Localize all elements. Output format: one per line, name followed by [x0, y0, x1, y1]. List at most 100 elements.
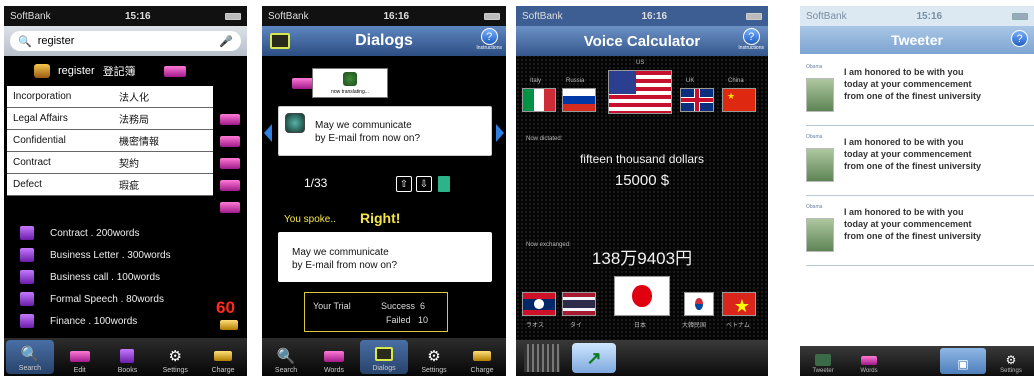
success-label: Success — [381, 301, 416, 311]
tweet-line: from one of the finest university — [844, 231, 982, 241]
avatar — [806, 218, 834, 252]
gift-icon[interactable] — [220, 114, 240, 125]
list-item[interactable]: Finance . 100words — [4, 310, 247, 332]
download-icon[interactable]: ⇩ — [416, 176, 432, 192]
uk-flag-icon[interactable] — [680, 88, 714, 112]
result-label: Right! — [360, 210, 401, 226]
dialog-text: May we communicate by E-mail from now on… — [315, 119, 420, 145]
page-title: Tweeter — [891, 32, 943, 48]
tweet-item[interactable]: Obama I am honored to be with you today … — [806, 200, 1034, 266]
laos-flag-icon[interactable] — [522, 292, 556, 316]
list-item[interactable]: Business Letter . 300words — [4, 244, 247, 266]
play-icon[interactable] — [285, 113, 305, 133]
failed-value: 10 — [418, 315, 429, 325]
tab-words[interactable]: Words — [310, 338, 358, 376]
page-title: Voice Calculator — [583, 32, 701, 50]
tab-dialogs[interactable]: ▣ — [940, 348, 986, 374]
book-icon — [20, 292, 34, 306]
next-arrow-icon[interactable] — [496, 124, 504, 142]
time-label: 15:16 — [916, 10, 943, 22]
book-icon — [20, 226, 34, 240]
gift-icon[interactable] — [220, 136, 240, 147]
search-value: register — [37, 35, 75, 47]
book-icon — [20, 248, 34, 262]
list-item[interactable]: Defect 瑕疵 — [7, 174, 213, 196]
cassette-icon: ▣ — [957, 357, 969, 371]
instructions-button[interactable]: ? Instructions — [738, 28, 764, 51]
tab-search[interactable]: 🔍 Search — [6, 340, 54, 374]
tweet-text: I am honored to be with you today at you… — [844, 136, 1034, 172]
previous-arrow-icon[interactable] — [264, 124, 272, 142]
carrier-label: SoftBank — [806, 10, 847, 22]
dialog-controls: ⇧ ⇩ — [396, 176, 450, 192]
tab-label: Dialogs — [372, 365, 396, 372]
us-flag-icon[interactable] — [608, 70, 672, 114]
gift-icon[interactable] — [163, 65, 186, 77]
tab-edit[interactable]: Edit — [56, 338, 104, 376]
search-input[interactable]: 🔍 register 🎤 — [10, 31, 241, 51]
failed-label: Failed — [386, 315, 411, 325]
tab-settings[interactable]: ⚙ Settings — [410, 338, 458, 376]
carrier-label: SoftBank — [268, 10, 309, 22]
list-item[interactable]: Formal Speech . 80words — [4, 288, 247, 310]
tab-words[interactable]: Words — [846, 346, 892, 376]
tab-blank[interactable] — [892, 346, 938, 376]
tab-tweeter[interactable]: Tweeter — [800, 346, 846, 376]
calculator-icon[interactable] — [524, 344, 560, 372]
list-item[interactable]: Legal Affairs 法務局 — [7, 108, 213, 130]
tweeter-app-screen: SoftBank 15:16 Tweeter ? Obama I am hono… — [800, 6, 1034, 376]
trial-summary: Your Trial Success 6 Failed 10 — [304, 292, 448, 332]
gift-icon[interactable] — [292, 78, 314, 89]
coins-icon — [220, 320, 238, 330]
tab-search[interactable]: 🔍 Search — [262, 338, 310, 376]
tab-dialogs[interactable]: Dialogs — [360, 340, 408, 374]
tab-bar: 🔍 Search Edit Books ⚙ Settings Charge — [4, 338, 247, 376]
carrier-label: SoftBank — [522, 10, 563, 22]
flag-label: ラオス — [526, 323, 545, 329]
search-icon: 🔍 — [20, 346, 40, 363]
flag-label: Russia — [566, 78, 585, 84]
tab-bar: ↗ — [516, 340, 768, 376]
status-bar: SoftBank 15:16 — [800, 6, 1034, 26]
russia-flag-icon[interactable] — [562, 88, 596, 112]
tweet-line: from one of the finest university — [844, 161, 982, 171]
china-flag-icon[interactable]: ★ — [722, 88, 756, 112]
thailand-flag-icon[interactable] — [562, 292, 596, 316]
japan-flag-icon[interactable] — [614, 276, 670, 316]
gift-icon[interactable] — [220, 180, 240, 191]
instructions-button[interactable]: ? Instructions — [476, 28, 502, 51]
gift-icon — [324, 347, 344, 365]
app-icon — [814, 353, 832, 367]
upload-icon[interactable]: ⇧ — [396, 176, 412, 192]
flag-label: UK — [686, 78, 695, 84]
dialog-line: May we communicate — [315, 120, 412, 131]
tab-settings[interactable]: ⚙ Settings — [988, 346, 1034, 376]
dialogs-app-screen: SoftBank 16:16 Dialogs ? Instructions no… — [262, 6, 506, 376]
tweet-item[interactable]: Obama I am honored to be with you today … — [806, 60, 1034, 126]
trash-icon[interactable] — [438, 176, 450, 192]
list-item[interactable]: Contract 契約 — [7, 152, 213, 174]
gift-icon[interactable] — [220, 158, 240, 169]
tab-charge[interactable]: Charge — [458, 338, 506, 376]
book-label: Formal Speech . 80words — [50, 293, 164, 305]
cassette-icon[interactable] — [270, 33, 290, 49]
help-icon[interactable]: ? — [1011, 30, 1028, 47]
chart-icon[interactable]: ↗ — [572, 343, 616, 373]
tweet-text: I am honored to be with you today at you… — [844, 66, 1034, 102]
korea-flag-icon[interactable] — [684, 292, 714, 316]
nav-bar: Voice Calculator ? Instructions — [516, 26, 768, 56]
list-item[interactable]: Confidential 機密情報 — [7, 130, 213, 152]
tab-books[interactable]: Books — [104, 338, 152, 376]
tweet-item[interactable]: Obama I am honored to be with you today … — [806, 130, 1034, 196]
italy-flag-icon[interactable] — [522, 88, 556, 112]
microphone-icon[interactable]: 🎤 — [219, 35, 233, 48]
headword-row[interactable]: register 登記簿 — [4, 56, 247, 86]
tab-charge[interactable]: Charge — [199, 338, 247, 376]
vietnam-flag-icon[interactable]: ★ — [722, 292, 756, 316]
list-item[interactable]: Contract . 200words — [4, 222, 247, 244]
list-item[interactable]: Business call . 100words — [4, 266, 247, 288]
gift-icon[interactable] — [220, 202, 240, 213]
list-item[interactable]: Incorporation 法人化 — [7, 86, 213, 108]
tab-settings[interactable]: ⚙ Settings — [151, 338, 199, 376]
dialog-line: by E-mail from now on? — [315, 133, 421, 144]
